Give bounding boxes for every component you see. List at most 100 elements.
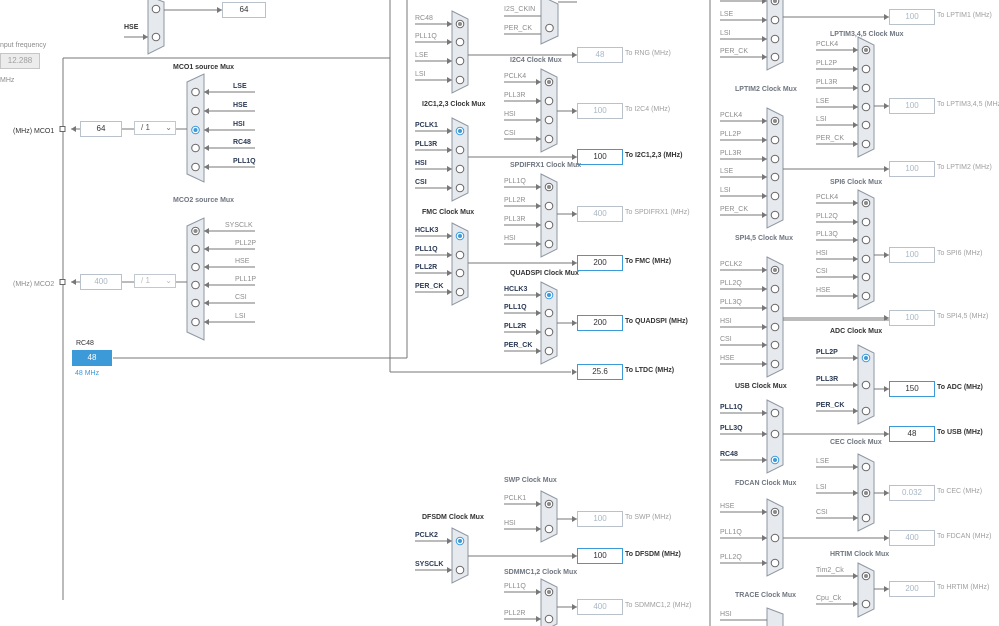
mux-10-input-label: PLL2R: [504, 610, 526, 617]
mux-11-arrow: [762, 17, 767, 23]
frequency-output-field[interactable]: 100: [889, 161, 935, 177]
frequency-output-field[interactable]: 0.032: [889, 485, 935, 501]
mco2-frequency-field[interactable]: 400: [80, 274, 122, 290]
mux-14-radio-dot: [773, 458, 777, 462]
mux-13-radio: [770, 303, 780, 313]
arrow-head: [143, 34, 148, 40]
frequency-output-field[interactable]: 200: [577, 315, 623, 331]
mux-4-radio: [544, 115, 554, 125]
frequency-output-field[interactable]: 200: [889, 581, 935, 597]
rc48-label: RC48: [76, 340, 94, 347]
mux-6-arrow: [536, 348, 541, 354]
frequency-output-field[interactable]: 100: [577, 511, 623, 527]
mux-13-radio: [770, 284, 780, 294]
mux-1-arrow: [447, 166, 452, 172]
output-label: To SDMMC1,2 (MHz): [625, 602, 692, 609]
mux-10-arrow: [536, 616, 541, 622]
mux-12-radio: [770, 172, 780, 182]
mux-14-radio: [770, 408, 780, 418]
mux-17-input-label: PCLK4: [816, 41, 839, 48]
output-label: To LPTIM1 (MHz): [937, 12, 992, 19]
input-frequency-field[interactable]: 12.288: [0, 53, 40, 69]
mux-12-arrow: [762, 118, 767, 124]
mco1-radio-3: [191, 143, 200, 153]
mux-5-title: SPDIFRX1 Clock Mux: [510, 162, 582, 169]
frequency-output-field[interactable]: 48: [577, 47, 623, 63]
mux-21-arrow: [853, 601, 858, 607]
frequency-output-field[interactable]: 100: [889, 310, 935, 326]
rc48-unit-label: 48 MHz: [75, 370, 100, 377]
mux-6-arrow: [536, 310, 541, 316]
mux-20-input-label: CSI: [816, 509, 828, 516]
mux-5-input-label: HSI: [504, 235, 516, 242]
frequency-output-field[interactable]: 100: [577, 548, 623, 564]
mux-8-radio-dot: [547, 502, 551, 506]
mux-12-body: [766, 107, 784, 229]
mco1-pin: [59, 126, 66, 132]
frequency-output-field[interactable]: 100: [577, 103, 623, 119]
mux-13-title: SPI4,5 Clock Mux: [735, 235, 793, 242]
frequency-output-field[interactable]: 100: [889, 247, 935, 263]
mux-17-arrow: [853, 85, 858, 91]
output-label: To CEC (MHz): [937, 488, 983, 495]
mux-0-input-label: RC48: [415, 15, 433, 22]
output-label: To FMC (MHz): [625, 258, 672, 265]
frequency-output-field[interactable]: 100: [889, 98, 935, 114]
frequency-output-field[interactable]: 200: [577, 255, 623, 271]
mux-19-arrow: [853, 382, 858, 388]
mux-5-arrow: [536, 203, 541, 209]
output-label: To LPTIM3,4,5 (MHz): [937, 101, 999, 108]
mux-10-input-label: PLL1Q: [504, 583, 526, 590]
output-label: To I2C4 (MHz): [625, 106, 671, 113]
mux-0-arrow: [447, 77, 452, 83]
mux-19-input-label: PLL3R: [816, 376, 839, 383]
frequency-output-field[interactable]: 400: [577, 206, 623, 222]
frequency-output-field[interactable]: 25.6: [577, 364, 623, 380]
mux-18-input-label: PCLK4: [816, 194, 839, 201]
mux-17-radio: [861, 64, 871, 74]
mux-13-body: [766, 256, 784, 378]
frequency-output-field[interactable]: 150: [889, 381, 935, 397]
mux-5-input-label: PLL1Q: [504, 178, 526, 185]
top-frequency-field[interactable]: 64: [222, 2, 266, 18]
mux-0-arrow: [447, 39, 452, 45]
mux-10-title: SDMMC1,2 Clock Mux: [504, 569, 578, 576]
mco2-out-arrow: [71, 279, 76, 285]
mux-3-body: [540, 0, 559, 45]
mux-18-input-label: CSI: [816, 268, 828, 275]
mux-19-radio: [861, 406, 871, 416]
mux-5-radio: [544, 239, 554, 249]
frequency-output-field[interactable]: 100: [889, 9, 935, 25]
mux-2-radio-dot: [458, 234, 462, 238]
mux-5-radio: [544, 220, 554, 230]
mux-17-radio: [861, 83, 871, 93]
mux-2-arrow: [447, 252, 452, 258]
frequency-output-field[interactable]: 400: [577, 599, 623, 615]
mux-12-arrow: [762, 212, 767, 218]
mux-10-arrow: [536, 589, 541, 595]
frequency-output-field[interactable]: 48: [889, 426, 935, 442]
frequency-output-field[interactable]: 400: [889, 530, 935, 546]
mco1-divider-select[interactable]: / 1 ⌄: [134, 121, 176, 135]
mco1-input-label: LSE: [233, 83, 247, 90]
mco2-divider-select[interactable]: / 1 ⌄: [134, 274, 176, 288]
mux-17-input-label: PLL3R: [816, 79, 838, 86]
mux-6-input-label: PER_CK: [504, 342, 533, 349]
mco1-frequency-field[interactable]: 64: [80, 121, 122, 137]
mux-17-arrow: [853, 122, 858, 128]
mux-5-input-label: PLL2R: [504, 197, 526, 204]
mux-1-arrow: [447, 185, 452, 191]
mux-0-input-label: PLL1Q: [415, 33, 437, 40]
mux-18-radio: [861, 254, 871, 264]
rc48-frequency-field[interactable]: 48: [72, 350, 112, 366]
mux-6-input-label: HCLK3: [504, 286, 528, 293]
mco2-radio-2: [191, 262, 200, 272]
mux-4-arrow: [536, 136, 541, 142]
mux-17-radio: [861, 102, 871, 112]
frequency-output-field[interactable]: 100: [577, 149, 623, 165]
output-label: To RNG (MHz): [625, 50, 671, 57]
mux-11-arrow: [762, 36, 767, 42]
mux-17-arrow: [853, 66, 858, 72]
mco1-arrow: [204, 145, 209, 151]
mux-13-arrow: [762, 267, 767, 273]
